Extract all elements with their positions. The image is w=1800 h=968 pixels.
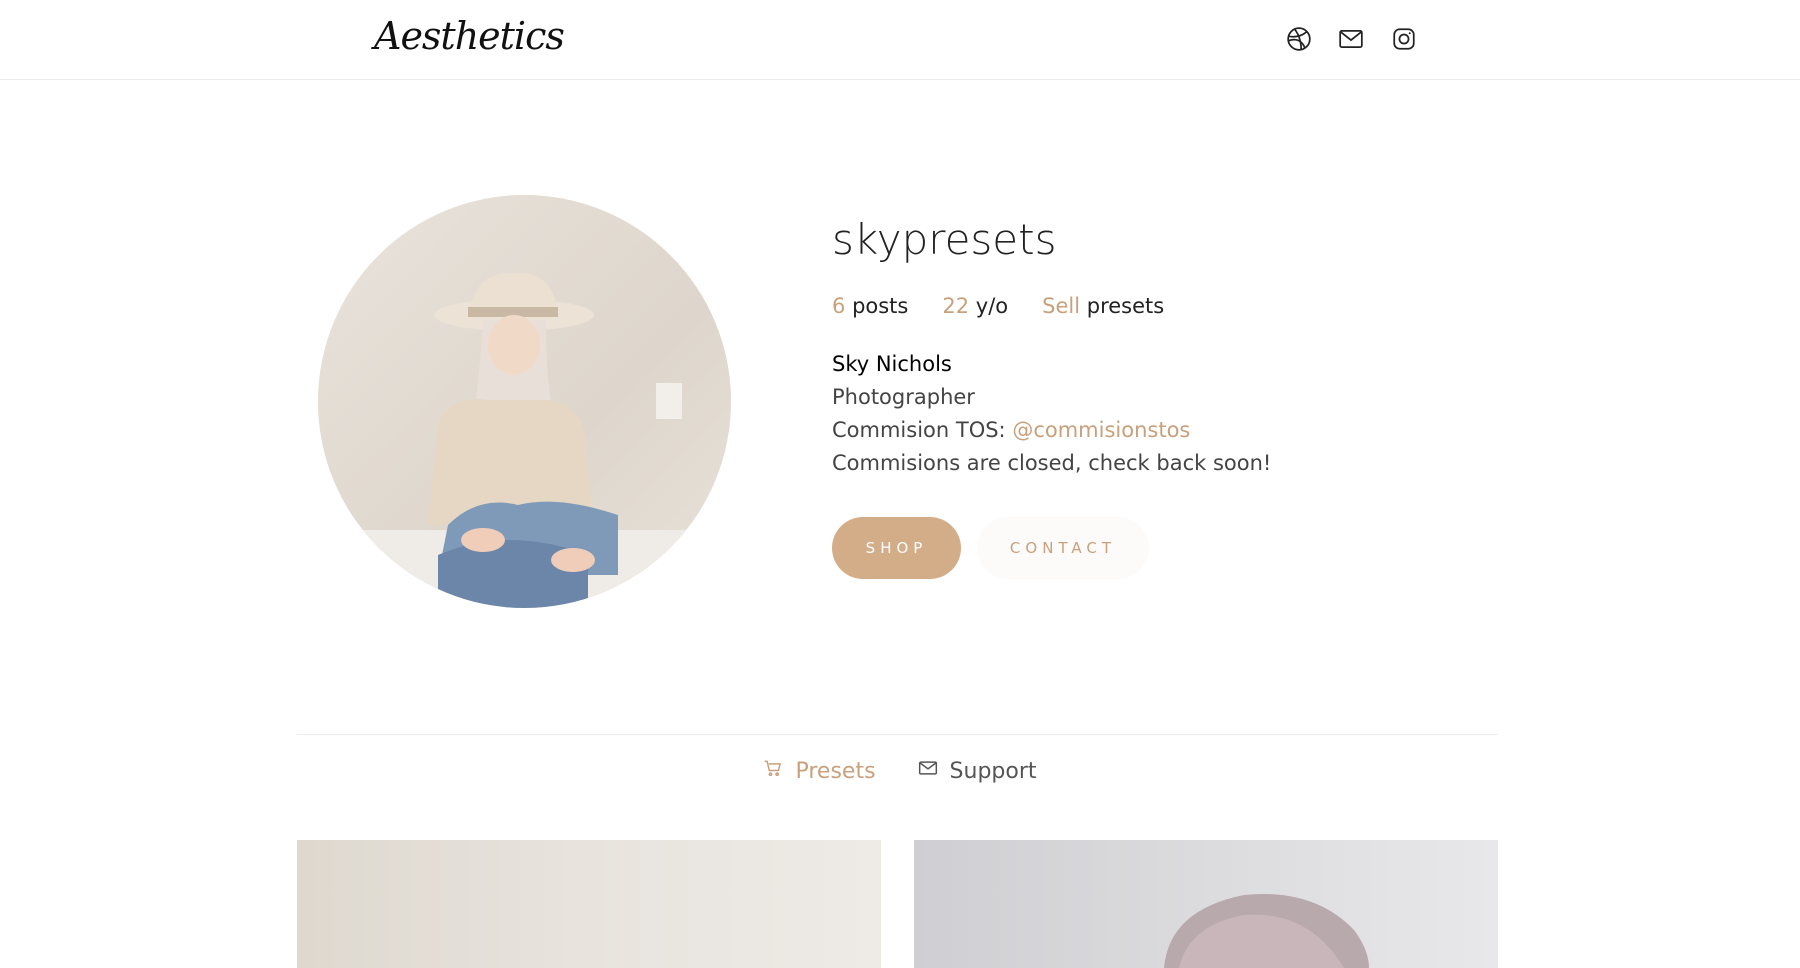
stat-sell: Sell presets [1042, 294, 1164, 318]
tab-label: Support [949, 758, 1037, 784]
stat-posts: 6 posts [832, 294, 908, 318]
stat-value: Sell [1042, 294, 1081, 318]
post-thumbnail[interactable] [914, 840, 1498, 968]
stat-value: 6 [832, 294, 846, 318]
profile-avatar [318, 195, 731, 608]
site-logo[interactable]: Aesthetics [374, 6, 565, 66]
tab-label: Presets [795, 758, 876, 784]
stat-label: presets [1086, 294, 1165, 318]
contact-button[interactable]: CONTACT [977, 517, 1149, 579]
cart-icon [763, 758, 783, 784]
bio-tos-line: Commision TOS: @commisionstos [832, 414, 1592, 447]
dribbble-icon[interactable] [1285, 25, 1313, 53]
tab-presets[interactable]: Presets [763, 758, 876, 784]
stat-label: y/o [975, 294, 1009, 318]
stat-label: posts [852, 294, 909, 318]
bio-name: Sky Nichols [832, 352, 952, 376]
mail-icon [918, 758, 938, 784]
mail-icon[interactable] [1337, 25, 1365, 53]
stat-age: 22 y/o [942, 294, 1008, 318]
bio-tos-prefix: Commision TOS: [832, 418, 1006, 442]
username: skypresets [832, 215, 1057, 264]
tos-handle-link[interactable]: @commisionstos [1012, 418, 1190, 442]
section-divider [297, 734, 1498, 735]
instagram-icon[interactable] [1390, 25, 1418, 53]
profile-stats: 6 posts 22 y/o Sell presets [832, 294, 1592, 318]
top-navbar: Aesthetics [0, 0, 1800, 80]
bio-occupation: Photographer [832, 385, 975, 409]
bio-status: Commisions are closed, check back soon! [832, 451, 1272, 475]
post-thumbnail[interactable] [297, 840, 881, 968]
tab-support[interactable]: Support [918, 758, 1037, 784]
stat-value: 22 [942, 294, 970, 318]
shop-button[interactable]: SHOP [832, 517, 961, 579]
content-tabs: Presets Support [0, 758, 1800, 784]
profile-actions: SHOP CONTACT [832, 517, 1592, 579]
profile-info: skypresets 6 posts 22 y/o Sell presets S… [832, 212, 1592, 579]
profile-bio: Sky Nichols Photographer Commision TOS: … [832, 348, 1592, 480]
